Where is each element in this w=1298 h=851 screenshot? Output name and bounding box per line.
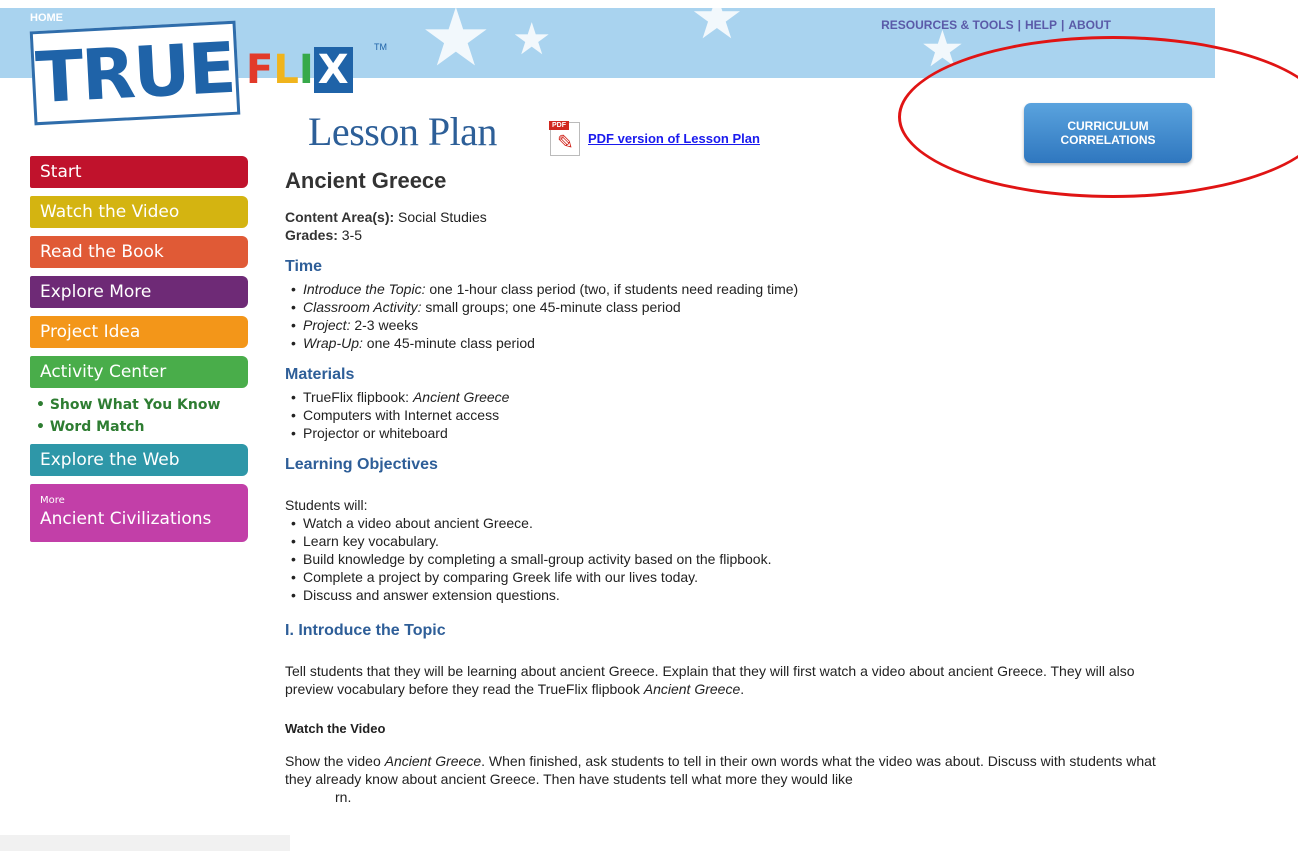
star-decoration-icon: ★ — [512, 15, 552, 64]
learning-objectives-heading: Learning Objectives — [285, 456, 438, 473]
introduce-topic-heading: I. Introduce the Topic — [285, 622, 446, 639]
time-list: Introduce the Topic: one 1-hour class pe… — [285, 280, 1185, 352]
home-link[interactable]: HOME — [30, 12, 63, 24]
nav-explore-more[interactable]: Explore More — [30, 276, 248, 308]
grades-value: 3-5 — [337, 227, 363, 243]
time-heading: Time — [285, 258, 323, 275]
logo-flix-text: FLI X — [246, 47, 353, 93]
help-link[interactable]: HELP — [1025, 18, 1057, 32]
nav-more-ancient-civilizations[interactable]: More Ancient Civilizations — [30, 484, 248, 542]
list-item: Projector or whiteboard — [291, 424, 1185, 442]
lesson-plan-title: Lesson Plan — [308, 109, 497, 154]
list-item: Learn key vocabulary. — [291, 532, 1185, 550]
logo-true-block: TRUE — [29, 20, 241, 126]
nav-start[interactable]: Start — [30, 156, 248, 188]
nav-word-match[interactable]: • Word Match — [36, 416, 248, 438]
list-item: Watch a video about ancient Greece. — [291, 514, 1185, 532]
nav-watch-the-video[interactable]: Watch the Video — [30, 196, 248, 228]
sidebar-nav: Start Watch the Video Read the Book Expl… — [30, 156, 248, 550]
list-item: Wrap-Up: one 45-minute class period — [291, 334, 1185, 352]
list-item: TrueFlix flipbook: Ancient Greece — [291, 388, 1185, 406]
lesson-content: Ancient Greece Content Area(s): Social S… — [285, 168, 1185, 806]
nav-activity-center[interactable]: Activity Center — [30, 356, 248, 388]
star-decoration-icon: ★ — [690, 8, 744, 51]
intro-paragraph: Tell students that they will be learning… — [285, 663, 1135, 697]
nav-explore-the-web[interactable]: Explore the Web — [30, 444, 248, 476]
about-link[interactable]: ABOUT — [1068, 18, 1111, 32]
activity-center-submenu: • Show What You Know • Word Match — [36, 394, 248, 438]
nav-project-idea[interactable]: Project Idea — [30, 316, 248, 348]
pdf-icon[interactable]: PDF ✎ — [549, 121, 580, 156]
list-item: Complete a project by comparing Greek li… — [291, 568, 1185, 586]
grades-label: Grades: — [285, 227, 338, 243]
list-item: Discuss and answer extension questions. — [291, 586, 1185, 604]
star-decoration-icon: ★ — [420, 8, 492, 78]
students-will-text: Students will: — [285, 497, 368, 513]
nav-ancient-civilizations-label: Ancient Civilizations — [40, 509, 212, 529]
nav-show-what-you-know[interactable]: • Show What You Know — [36, 394, 248, 416]
objectives-list: Watch a video about ancient Greece. Lear… — [285, 514, 1185, 604]
horizontal-scrollbar[interactable] — [0, 835, 290, 851]
curriculum-correlations-button[interactable]: CURRICULUM CORRELATIONS — [1024, 103, 1192, 163]
content-area-label: Content Area(s): — [285, 209, 395, 225]
top-links: RESOURCES & TOOLS | HELP | ABOUT — [881, 18, 1111, 32]
list-item: Build knowledge by completing a small-gr… — [291, 550, 1185, 568]
page-title: Ancient Greece — [285, 168, 447, 193]
watch-video-heading: Watch the Video — [285, 721, 386, 736]
list-item: Project: 2-3 weeks — [291, 316, 1185, 334]
resources-tools-link[interactable]: RESOURCES & TOOLS — [881, 18, 1013, 32]
list-item: Introduce the Topic: one 1-hour class pe… — [291, 280, 1185, 298]
list-item: Classroom Activity: small groups; one 45… — [291, 298, 1185, 316]
materials-heading: Materials — [285, 366, 355, 383]
nav-more-label: More — [40, 495, 65, 506]
nav-read-the-book[interactable]: Read the Book — [30, 236, 248, 268]
lesson-meta: Content Area(s): Social Studies Grades: … — [285, 208, 1185, 244]
pdf-version-link[interactable]: PDF version of Lesson Plan — [588, 131, 760, 146]
list-item: Computers with Internet access — [291, 406, 1185, 424]
trueflix-logo[interactable]: TRUE FLI X TM — [18, 8, 388, 126]
trademark-mark: TM — [374, 42, 387, 52]
content-area-value: Social Studies — [394, 209, 487, 225]
materials-list: TrueFlix flipbook: Ancient Greece Comput… — [285, 388, 1185, 442]
watch-video-paragraph: Show the video Ancient Greece. When fini… — [285, 753, 1156, 805]
